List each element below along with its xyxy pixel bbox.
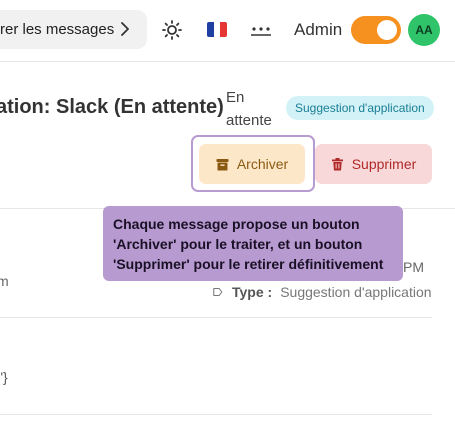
delete-button[interactable]: Supprimer [315,144,432,184]
trash-icon [331,157,343,170]
delete-label: Supprimer [351,156,417,172]
type-value: Suggestion d'application [280,284,432,300]
type-label: Type : [232,284,273,300]
french-flag-icon[interactable] [207,22,227,37]
archive-label: Archiver [236,156,289,172]
archive-icon [216,158,229,170]
filter-messages-button[interactable]: rer les messages [0,10,147,49]
details-divider [0,317,432,318]
type-row: Type : Suggestion d'application [212,284,432,300]
help-tooltip: Chaque message propose un bouton 'Archiv… [103,206,403,281]
toggle-knob [377,20,397,40]
more-options-icon[interactable] [250,22,272,38]
theme-toggle[interactable] [351,16,401,44]
content-divider [0,414,432,415]
filter-messages-label: rer les messages [0,21,115,38]
status-text: En attente [226,89,272,129]
sender-text: m [0,273,9,289]
message-time: PM [403,259,424,275]
archive-button[interactable]: Archiver [199,144,305,184]
avatar[interactable]: AA [408,14,440,46]
top-bar: rer les messages Admin AA [0,0,455,62]
message-title: ation: Slack (En attente) [0,96,224,118]
user-role-label: Admin [294,20,343,39]
message-content: "} [0,369,8,385]
sun-icon[interactable] [162,20,182,40]
status-badge: Suggestion d'application [286,96,434,120]
tag-icon [213,288,223,296]
chevron-right-icon [121,22,129,36]
